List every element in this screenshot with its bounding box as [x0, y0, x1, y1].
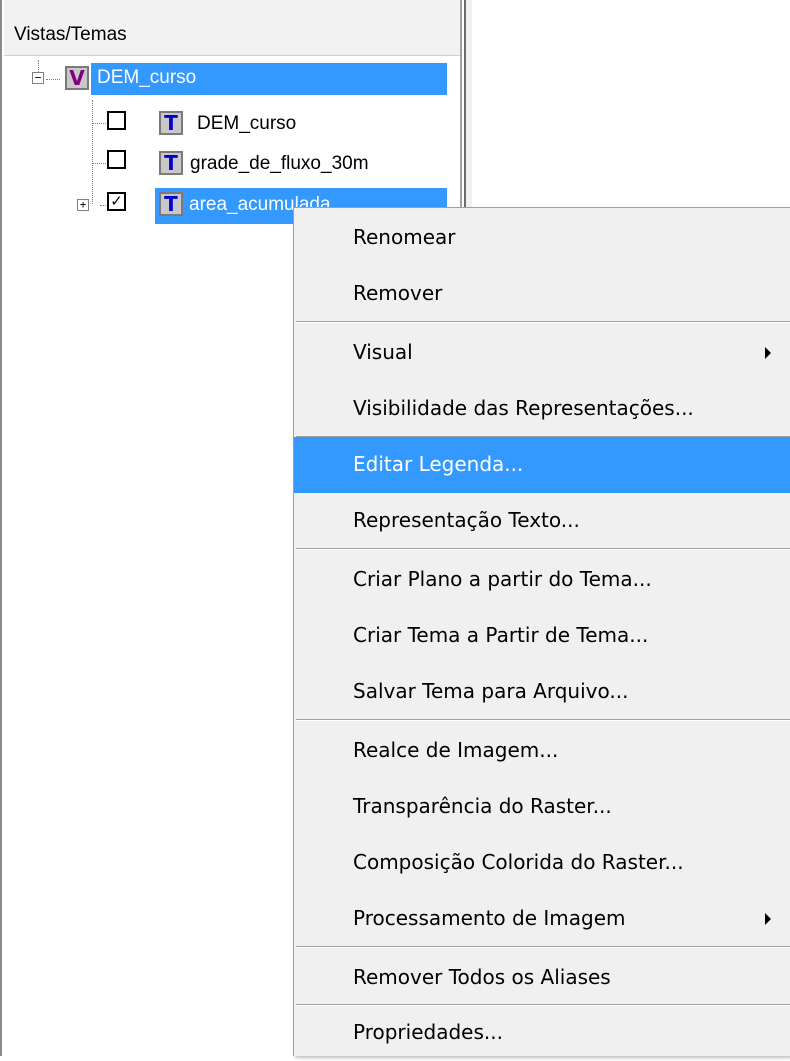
menu-separator: [296, 321, 790, 323]
submenu-arrow-icon: [765, 347, 771, 359]
context-menu: Renomear Remover Visual Visibilidade das…: [293, 207, 790, 1056]
theme-icon: T: [159, 151, 183, 175]
menu-item-label: Salvar Tema para Arquivo...: [353, 679, 629, 703]
theme-visibility-checkbox[interactable]: [107, 150, 126, 169]
menu-item-label: Remover: [353, 281, 443, 305]
tree-line: [92, 123, 108, 124]
menu-item-remover[interactable]: Remover: [294, 266, 790, 322]
tree-line: [92, 163, 108, 164]
menu-separator: [296, 548, 790, 550]
menu-separator: [296, 946, 790, 948]
tree-line: [92, 100, 93, 204]
collapse-toggle[interactable]: −: [32, 72, 44, 84]
menu-item-label: Renomear: [353, 225, 456, 249]
menu-item-criar-tema[interactable]: Criar Tema a Partir de Tema...: [294, 608, 790, 664]
menu-item-propriedades[interactable]: Propriedades...: [294, 1005, 790, 1061]
menu-item-label: Propriedades...: [353, 1020, 503, 1044]
menu-item-label: Realce de Imagem...: [353, 738, 559, 762]
view-icon: V: [65, 66, 89, 90]
menu-item-label: Remover Todos os Aliases: [353, 965, 611, 989]
menu-item-label: Editar Legenda...: [353, 452, 524, 476]
theme-label[interactable]: DEM_curso: [197, 113, 296, 135]
view-node-label[interactable]: DEM_curso: [97, 67, 196, 89]
menu-item-renomear[interactable]: Renomear: [294, 210, 790, 266]
menu-item-visibilidade[interactable]: Visibilidade das Representações...: [294, 381, 790, 437]
menu-separator: [296, 719, 790, 721]
menu-item-salvar-tema[interactable]: Salvar Tema para Arquivo...: [294, 664, 790, 720]
menu-item-label: Visual: [353, 340, 413, 364]
theme-visibility-checkbox-checked[interactable]: ✓: [107, 192, 126, 211]
theme-icon: T: [159, 111, 183, 135]
menu-item-label: Representação Texto...: [353, 508, 580, 532]
menu-item-transparencia-raster[interactable]: Transparência do Raster...: [294, 779, 790, 835]
menu-item-processamento-imagem[interactable]: Processamento de Imagem: [294, 891, 790, 947]
theme-label[interactable]: grade_de_fluxo_30m: [190, 153, 369, 175]
tree-line: [46, 79, 60, 80]
expand-toggle[interactable]: +: [77, 199, 89, 211]
menu-item-label: Visibilidade das Representações...: [353, 396, 694, 420]
theme-icon: T: [159, 192, 183, 216]
submenu-arrow-icon: [765, 913, 771, 925]
menu-item-composicao-colorida[interactable]: Composição Colorida do Raster...: [294, 835, 790, 891]
menu-item-label: Criar Plano a partir do Tema...: [353, 567, 652, 591]
menu-item-label: Composição Colorida do Raster...: [353, 850, 684, 874]
menu-item-realce-imagem[interactable]: Realce de Imagem...: [294, 723, 790, 779]
menu-item-label: Processamento de Imagem: [353, 906, 626, 930]
menu-item-editar-legenda[interactable]: Editar Legenda...: [294, 437, 790, 493]
panel-header: Vistas/Temas: [4, 0, 460, 56]
menu-item-representacao-texto[interactable]: Representação Texto...: [294, 493, 790, 549]
menu-item-visual[interactable]: Visual: [294, 325, 790, 381]
panel-title: Vistas/Temas: [14, 24, 127, 45]
menu-item-label: Transparência do Raster...: [353, 794, 612, 818]
menu-item-label: Criar Tema a Partir de Tema...: [353, 623, 649, 647]
menu-item-remover-aliases[interactable]: Remover Todos os Aliases: [294, 950, 790, 1006]
menu-item-criar-plano[interactable]: Criar Plano a partir do Tema...: [294, 552, 790, 608]
theme-visibility-checkbox[interactable]: [107, 111, 126, 130]
